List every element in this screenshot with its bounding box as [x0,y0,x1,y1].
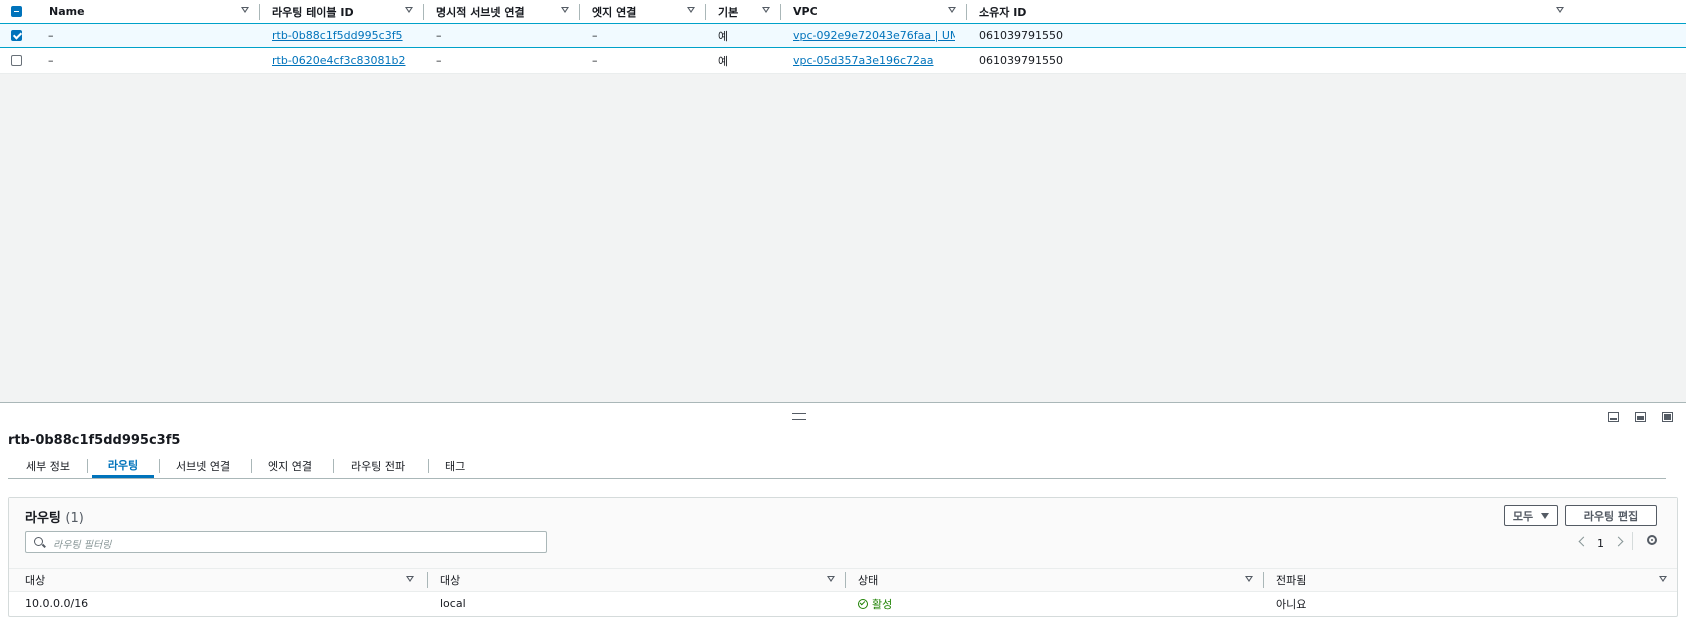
check-circle-icon [858,598,868,609]
row-name: – [48,54,54,67]
details-panel: rtb-0b88c1f5dd995c3f5 세부 정보 라우팅 서브넷 연결 엣… [0,402,1686,623]
drag-handle-icon[interactable] [792,413,806,420]
route-table-id-link[interactable]: rtb-0620e4cf3c83081b2 [272,49,406,72]
table-row[interactable]: – rtb-0b88c1f5dd995c3f5 – – 예 vpc-092e9e… [0,23,1686,48]
col-target[interactable]: 대상 [427,569,845,591]
route-propagated: 아니요 [1276,597,1307,611]
route-status: 활성 [858,592,892,615]
sort-icon[interactable] [827,576,835,582]
col-explicit-subnet[interactable]: 명시적 서브넷 연결 [423,0,579,23]
row-main: 예 [718,29,729,43]
edit-routes-button[interactable]: 라우팅 편집 [1565,505,1657,526]
sort-icon[interactable] [762,7,770,13]
col-destination[interactable]: 대상 [9,569,424,591]
row-owner: 061039791550 [979,54,1063,67]
search-icon [34,537,43,546]
filter-placeholder: 라우팅 필터링 [53,540,112,551]
panel-title: rtb-0b88c1f5dd995c3f5 [8,433,181,448]
sort-icon[interactable] [1245,576,1253,582]
tab-edge-associations[interactable]: 엣지 연결 [268,454,312,477]
row-edge: – [592,29,598,42]
row-edge: – [592,54,598,67]
sort-icon[interactable] [1556,7,1564,13]
vpc-link[interactable]: vpc-05d357a3e196c72aa [793,49,934,72]
panel-maximize-icon[interactable] [1662,412,1673,422]
row-owner: 061039791550 [979,29,1063,42]
col-status[interactable]: 상태 [845,569,1263,591]
sort-icon[interactable] [241,7,249,13]
route-table-list: Name 라우팅 테이블 ID 명시적 서브넷 연결 엣지 연결 기본 VPC [0,0,1686,74]
tab-divider [428,459,429,473]
sort-icon[interactable] [948,7,956,13]
panel-half-icon[interactable] [1635,412,1646,422]
routes-count: (1) [65,511,84,526]
routes-title: 라우팅 (1) [25,511,84,526]
detail-tabs: 세부 정보 라우팅 서브넷 연결 엣지 연결 라우팅 전파 태그 [8,454,1666,479]
sort-icon[interactable] [561,7,569,13]
sort-icon[interactable] [687,7,695,13]
col-main[interactable]: 기본 [705,0,780,23]
tab-divider [333,459,334,473]
select-all-checkbox[interactable] [11,6,22,17]
col-name[interactable]: Name [36,0,259,23]
col-vpc[interactable]: VPC [780,0,966,23]
row-name: – [48,29,54,42]
caret-down-icon [1541,512,1550,519]
tab-tags[interactable]: 태그 [445,454,465,477]
table-row: 10.0.0.0/16 local 활성 아니요 [9,592,1677,616]
row-subnet: – [436,29,442,42]
routes-table-header: 대상 대상 상태 전파됨 [9,568,1677,592]
row-checkbox[interactable] [11,30,22,41]
gear-icon[interactable] [1647,535,1657,545]
vpc-link[interactable]: vpc-092e9e72043e76faa | UMC... [793,24,955,47]
row-main: 예 [718,54,729,68]
routes-container: 라우팅 (1) 라우팅 필터링 모두 라우팅 편집 1 대상 대상 상태 전파됨… [8,497,1678,617]
tab-divider [159,459,160,473]
route-destination: 10.0.0.0/16 [25,597,89,610]
sort-icon[interactable] [406,576,414,582]
page-number[interactable]: 1 [1597,537,1604,550]
table-header: Name 라우팅 테이블 ID 명시적 서브넷 연결 엣지 연결 기본 VPC [0,0,1686,24]
col-owner-id[interactable]: 소유자 ID [966,0,1574,23]
routes-filter-input[interactable]: 라우팅 필터링 [25,531,547,553]
route-type-dropdown[interactable]: 모두 [1504,505,1558,526]
tab-divider [251,459,252,473]
tab-routes[interactable]: 라우팅 [92,454,154,478]
tab-divider [87,459,88,473]
tab-details[interactable]: 세부 정보 [26,454,70,477]
tab-route-propagation[interactable]: 라우팅 전파 [351,454,405,477]
routes-header: 라우팅 (1) 라우팅 필터링 모두 라우팅 편집 1 [9,498,1677,568]
chevron-right-icon[interactable] [1613,536,1624,547]
tab-subnet-associations[interactable]: 서브넷 연결 [176,454,230,477]
col-route-table-id[interactable]: 라우팅 테이블 ID [259,0,423,23]
panel-minimize-icon[interactable] [1608,412,1619,422]
col-propagated[interactable]: 전파됨 [1263,569,1677,591]
sort-icon[interactable] [405,7,413,13]
col-edge[interactable]: 엣지 연결 [579,0,705,23]
row-subnet: – [436,54,442,67]
table-row[interactable]: – rtb-0620e4cf3c83081b2 – – 예 vpc-05d357… [0,49,1686,74]
row-checkbox[interactable] [11,55,22,66]
sort-icon[interactable] [1659,576,1667,582]
pager-divider [1632,532,1633,550]
route-table-id-link[interactable]: rtb-0b88c1f5dd995c3f5 [272,24,403,47]
route-target: local [440,597,466,610]
chevron-left-icon[interactable] [1578,536,1589,547]
